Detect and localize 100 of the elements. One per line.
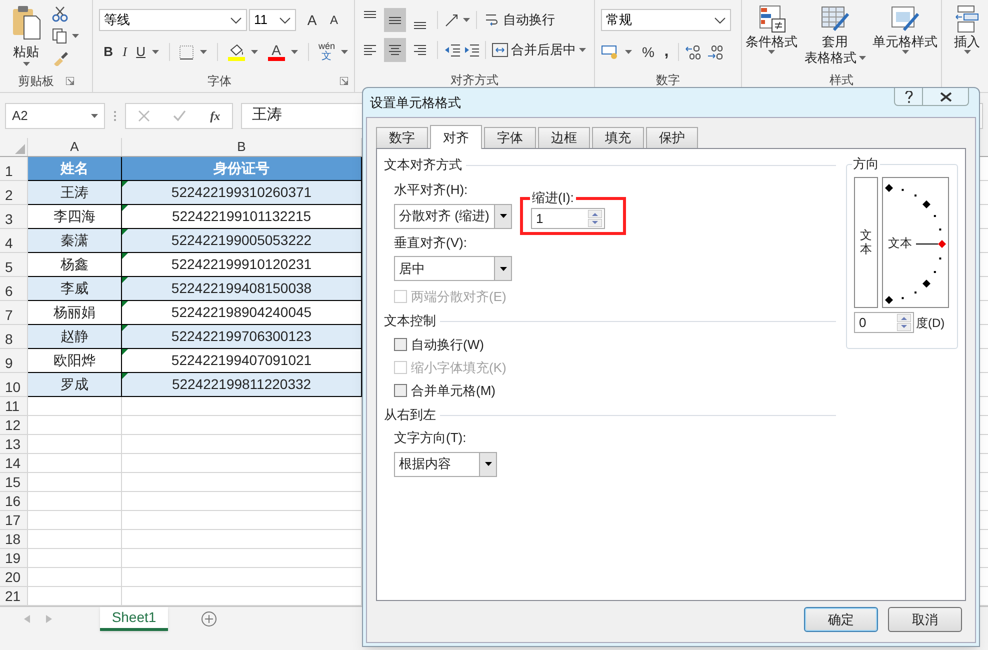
caret-icon <box>768 50 775 54</box>
font-color-button[interactable]: A <box>268 43 285 61</box>
row-header[interactable]: 20 <box>0 568 28 587</box>
table-cell: 王涛 <box>28 181 122 205</box>
shrink-font-button[interactable]: A <box>324 11 344 29</box>
row-header[interactable]: 5 <box>0 253 28 277</box>
merge-cells-icon <box>492 43 508 57</box>
caret-icon <box>625 50 632 54</box>
vertical-align-select[interactable]: 居中 <box>394 256 512 281</box>
row-header[interactable]: 3 <box>0 205 28 229</box>
dialog-tab[interactable]: 字体 <box>484 127 536 148</box>
section-title: 文本对齐方式 <box>384 156 462 174</box>
degrees-field[interactable]: 0 <box>854 312 914 333</box>
row-header[interactable]: 11 <box>0 397 28 416</box>
table-cell: 522422199407091021 <box>122 349 362 373</box>
conditional-formatting-button[interactable]: 条件格式 <box>746 4 798 66</box>
percent-button[interactable]: % <box>642 42 654 62</box>
phonetic-button[interactable]: wén 文 <box>318 42 335 62</box>
caret-icon <box>250 50 258 54</box>
row-header[interactable]: 17 <box>0 511 28 530</box>
format-as-table-button[interactable]: 套用 表格格式 <box>804 4 866 66</box>
caret-icon <box>22 62 30 66</box>
underline-button[interactable]: U <box>136 42 146 62</box>
row-header[interactable]: 4 <box>0 229 28 253</box>
add-sheet-icon[interactable] <box>201 611 217 627</box>
table-cell: 赵静 <box>28 325 122 349</box>
spin-down-icon[interactable] <box>588 219 602 227</box>
close-icon <box>940 92 952 102</box>
row-header[interactable]: 16 <box>0 492 28 511</box>
vertical-text-box[interactable]: 文本 <box>854 177 878 308</box>
spin-up-icon[interactable] <box>588 210 602 218</box>
scroll-left-icon <box>24 615 30 623</box>
horizontal-align-button[interactable] <box>384 38 406 62</box>
row-header[interactable]: 2 <box>0 181 28 205</box>
spin-up-icon[interactable] <box>897 314 911 322</box>
paste-button[interactable]: 粘贴 <box>4 4 48 73</box>
vertical-align-button[interactable] <box>384 8 406 32</box>
checkbox[interactable] <box>394 384 407 397</box>
row-header[interactable]: 8 <box>0 325 28 349</box>
chevron-down-icon <box>230 16 242 24</box>
sheet-tab[interactable]: Sheet1 <box>100 607 168 631</box>
grow-font-button[interactable]: A <box>302 10 322 30</box>
caret-icon <box>858 56 866 60</box>
header-cell: 姓名 <box>28 157 122 181</box>
indent-field[interactable]: 1 <box>531 208 605 229</box>
currency-icon <box>601 44 619 60</box>
middle-align-icon <box>389 16 401 24</box>
dialog-tab[interactable]: 边框 <box>538 127 590 148</box>
table-cell: 杨丽娟 <box>28 301 122 325</box>
chevron-down-icon <box>714 16 726 24</box>
row-header[interactable]: 19 <box>0 549 28 568</box>
dialog-tab[interactable]: 对齐 <box>430 125 482 149</box>
scissors-icon <box>52 6 68 22</box>
left-align-icon <box>364 45 376 55</box>
number-format-field[interactable]: 常规 <box>601 9 731 31</box>
wrap-text-button[interactable]: 自动换行 <box>483 10 557 30</box>
horizontal-align-select[interactable]: 分散对齐 (缩进) <box>394 204 512 228</box>
row-header[interactable]: 14 <box>0 454 28 473</box>
row-header[interactable]: 21 <box>0 587 28 606</box>
row-header[interactable]: 18 <box>0 530 28 549</box>
orientation-icon <box>444 12 460 28</box>
merge-center-button[interactable]: 合并后居中 <box>492 40 576 60</box>
field-label: 缩进(I): <box>530 190 576 205</box>
group-label: 对齐方式 <box>450 73 498 89</box>
cancel-button[interactable]: 取消 <box>888 607 962 632</box>
table-cell: 李威 <box>28 277 122 301</box>
text-direction-select[interactable]: 根据内容 <box>394 452 497 476</box>
wrap-text-icon <box>485 12 499 28</box>
caret-icon <box>341 50 348 54</box>
table-cell: 522422199811220332 <box>122 373 362 397</box>
launcher-icon <box>340 77 348 85</box>
row-header[interactable]: 10 <box>0 373 28 397</box>
font-size-field[interactable]: 11 <box>249 9 296 31</box>
dialog-tab[interactable]: 保护 <box>646 127 698 148</box>
row-header[interactable]: 6 <box>0 277 28 301</box>
select-all-icon <box>15 144 25 154</box>
row-header[interactable]: 7 <box>0 301 28 325</box>
column-header[interactable]: A <box>28 138 122 156</box>
row-header[interactable]: 13 <box>0 435 28 454</box>
insert-function-button[interactable]: fx <box>210 106 220 124</box>
right-align-icon <box>414 45 426 55</box>
row-header[interactable]: 12 <box>0 416 28 435</box>
ok-button[interactable]: 确定 <box>804 607 878 632</box>
top-align-icon <box>364 11 376 18</box>
dialog-tab[interactable]: 数字 <box>376 127 428 148</box>
checkbox[interactable] <box>394 338 407 351</box>
dialog-tab[interactable]: 填充 <box>592 127 644 148</box>
row-header[interactable]: 1 <box>0 157 28 181</box>
name-box[interactable]: A2 <box>5 102 105 128</box>
cell-styles-button[interactable]: 单元格样式 <box>872 4 938 66</box>
spin-down-icon[interactable] <box>897 323 911 331</box>
italic-button[interactable]: I <box>120 42 130 62</box>
font-name-field[interactable]: 等线 <box>99 9 247 31</box>
drag-handle-icon <box>113 110 117 122</box>
bold-button[interactable]: B <box>103 42 114 62</box>
insert-button[interactable]: 插入 <box>954 4 980 54</box>
row-header[interactable]: 15 <box>0 473 28 492</box>
checkbox-label: 合并单元格(M) <box>411 382 496 400</box>
row-header[interactable]: 9 <box>0 349 28 373</box>
comma-button[interactable]: , <box>660 47 672 57</box>
